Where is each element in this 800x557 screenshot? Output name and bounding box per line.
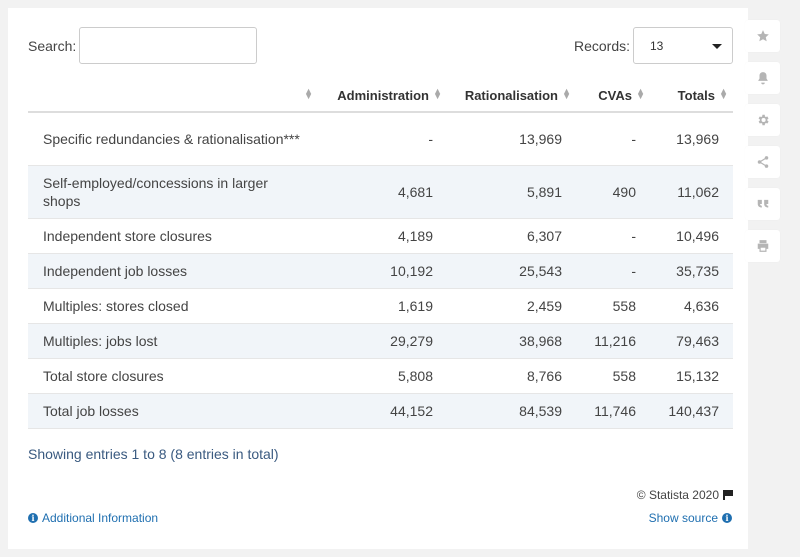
records-select-value: 13 [650, 39, 664, 53]
cell-rationalisation: 6,307 [447, 218, 576, 254]
search-input[interactable] [79, 27, 257, 64]
star-icon [756, 30, 769, 42]
cell-administration: 4,681 [318, 165, 447, 219]
row-label: Independent job losses [28, 253, 318, 289]
row-label: Independent store closures [28, 218, 318, 254]
info-icon: i [28, 513, 38, 523]
info-icon: i [722, 513, 732, 523]
cell-rationalisation: 25,543 [447, 253, 576, 289]
table-row: Multiples: stores closed 1,619 2,459 558… [28, 288, 733, 324]
cell-totals: 140,437 [650, 393, 733, 429]
cell-totals: 10,496 [650, 218, 733, 254]
cell-rationalisation: 2,459 [447, 288, 576, 324]
sort-icon: ▲ ▼ [719, 86, 728, 101]
show-source-link[interactable]: Show source i [649, 511, 732, 525]
table-row: Total job losses 44,152 84,539 11,746 14… [28, 393, 733, 429]
cell-rationalisation: 13,969 [447, 112, 576, 166]
print-icon [757, 240, 768, 252]
cell-totals: 11,062 [650, 165, 733, 219]
copyright: © Statista 2020 [636, 488, 733, 502]
bell-icon [757, 72, 768, 85]
column-header-cvas[interactable]: CVAs ▲ ▼ [576, 80, 650, 113]
cell-totals: 79,463 [650, 323, 733, 359]
records-label: Records: [574, 38, 631, 54]
cell-administration: 44,152 [318, 393, 447, 429]
cell-cvas: 490 [576, 165, 650, 219]
cell-cvas: 11,746 [576, 393, 650, 429]
row-label: Specific redundancies & rationalisation*… [28, 112, 318, 166]
cite-button[interactable] [745, 188, 780, 220]
column-header-administration[interactable]: Administration ▲ ▼ [318, 80, 447, 113]
copyright-text: © Statista 2020 [636, 488, 719, 502]
search-label: Search: [28, 38, 77, 54]
row-label: Multiples: stores closed [28, 288, 318, 324]
entries-summary: Showing entries 1 to 8 (8 entries in tot… [28, 446, 279, 462]
cell-cvas: 558 [576, 358, 650, 394]
additional-information-link[interactable]: i Additional Information [28, 511, 158, 525]
gear-icon [758, 114, 769, 126]
cell-rationalisation: 38,968 [447, 323, 576, 359]
cell-totals: 13,969 [650, 112, 733, 166]
quote-icon [757, 199, 768, 208]
notification-button[interactable] [745, 62, 780, 94]
cell-cvas: 11,216 [576, 323, 650, 359]
print-button[interactable] [745, 230, 780, 262]
cell-rationalisation: 84,539 [447, 393, 576, 429]
sort-icon: ▲ ▼ [562, 86, 571, 101]
row-label: Multiples: jobs lost [28, 323, 318, 359]
table-header-row: ▲ ▼ Administration ▲ ▼ Rationalisation ▲ ▼ CV… [28, 80, 733, 113]
column-header-rationalisation[interactable]: Rationalisation ▲ ▼ [447, 80, 576, 113]
table-row: Self-employed/concessions in larger shop… [28, 165, 733, 219]
sort-icon: ▲ ▼ [636, 86, 645, 101]
sort-icon: ▲ ▼ [433, 86, 442, 101]
cell-totals: 35,735 [650, 253, 733, 289]
row-label: Total job losses [28, 393, 318, 429]
show-source-label: Show source [648, 511, 718, 525]
cell-administration: 29,279 [318, 323, 447, 359]
flag-icon[interactable] [723, 490, 733, 500]
cell-administration: 5,808 [318, 358, 447, 394]
share-icon [757, 156, 768, 168]
table-row: Independent store closures 4,189 6,307 -… [28, 218, 733, 254]
share-button[interactable] [745, 146, 780, 178]
cell-totals: 15,132 [650, 358, 733, 394]
cell-cvas: 558 [576, 288, 650, 324]
table-row: Independent job losses 10,192 25,543 - 3… [28, 253, 733, 289]
row-label: Total store closures [28, 358, 318, 394]
row-label: Self-employed/concessions in larger shop… [28, 165, 318, 219]
cell-administration: 4,189 [318, 218, 447, 254]
cell-cvas: - [576, 218, 650, 254]
column-header-totals[interactable]: Totals ▲ ▼ [650, 80, 733, 113]
favorite-button[interactable] [745, 20, 780, 52]
data-table: ▲ ▼ Administration ▲ ▼ Rationalisation ▲ ▼ CV… [28, 80, 733, 429]
caret-down-icon [712, 44, 722, 49]
cell-administration: 1,619 [318, 288, 447, 324]
cell-rationalisation: 8,766 [447, 358, 576, 394]
records-select[interactable]: 13 [633, 27, 733, 64]
additional-information-label: Additional Information [42, 511, 159, 525]
table-row: Specific redundancies & rationalisation*… [28, 112, 733, 166]
sort-icon: ▲ ▼ [304, 86, 313, 101]
cell-cvas: - [576, 112, 650, 166]
table-row: Multiples: jobs lost 29,279 38,968 11,21… [28, 323, 733, 359]
table-row: Total store closures 5,808 8,766 558 15,… [28, 358, 733, 394]
settings-button[interactable] [745, 104, 780, 136]
table-card: Search: Records: 13 ▲ ▼ Administration ▲ ▼ … [8, 8, 748, 549]
cell-cvas: - [576, 253, 650, 289]
cell-totals: 4,636 [650, 288, 733, 324]
column-header-label[interactable]: ▲ ▼ [28, 80, 318, 113]
cell-administration: - [318, 112, 447, 166]
cell-administration: 10,192 [318, 253, 447, 289]
cell-rationalisation: 5,891 [447, 165, 576, 219]
